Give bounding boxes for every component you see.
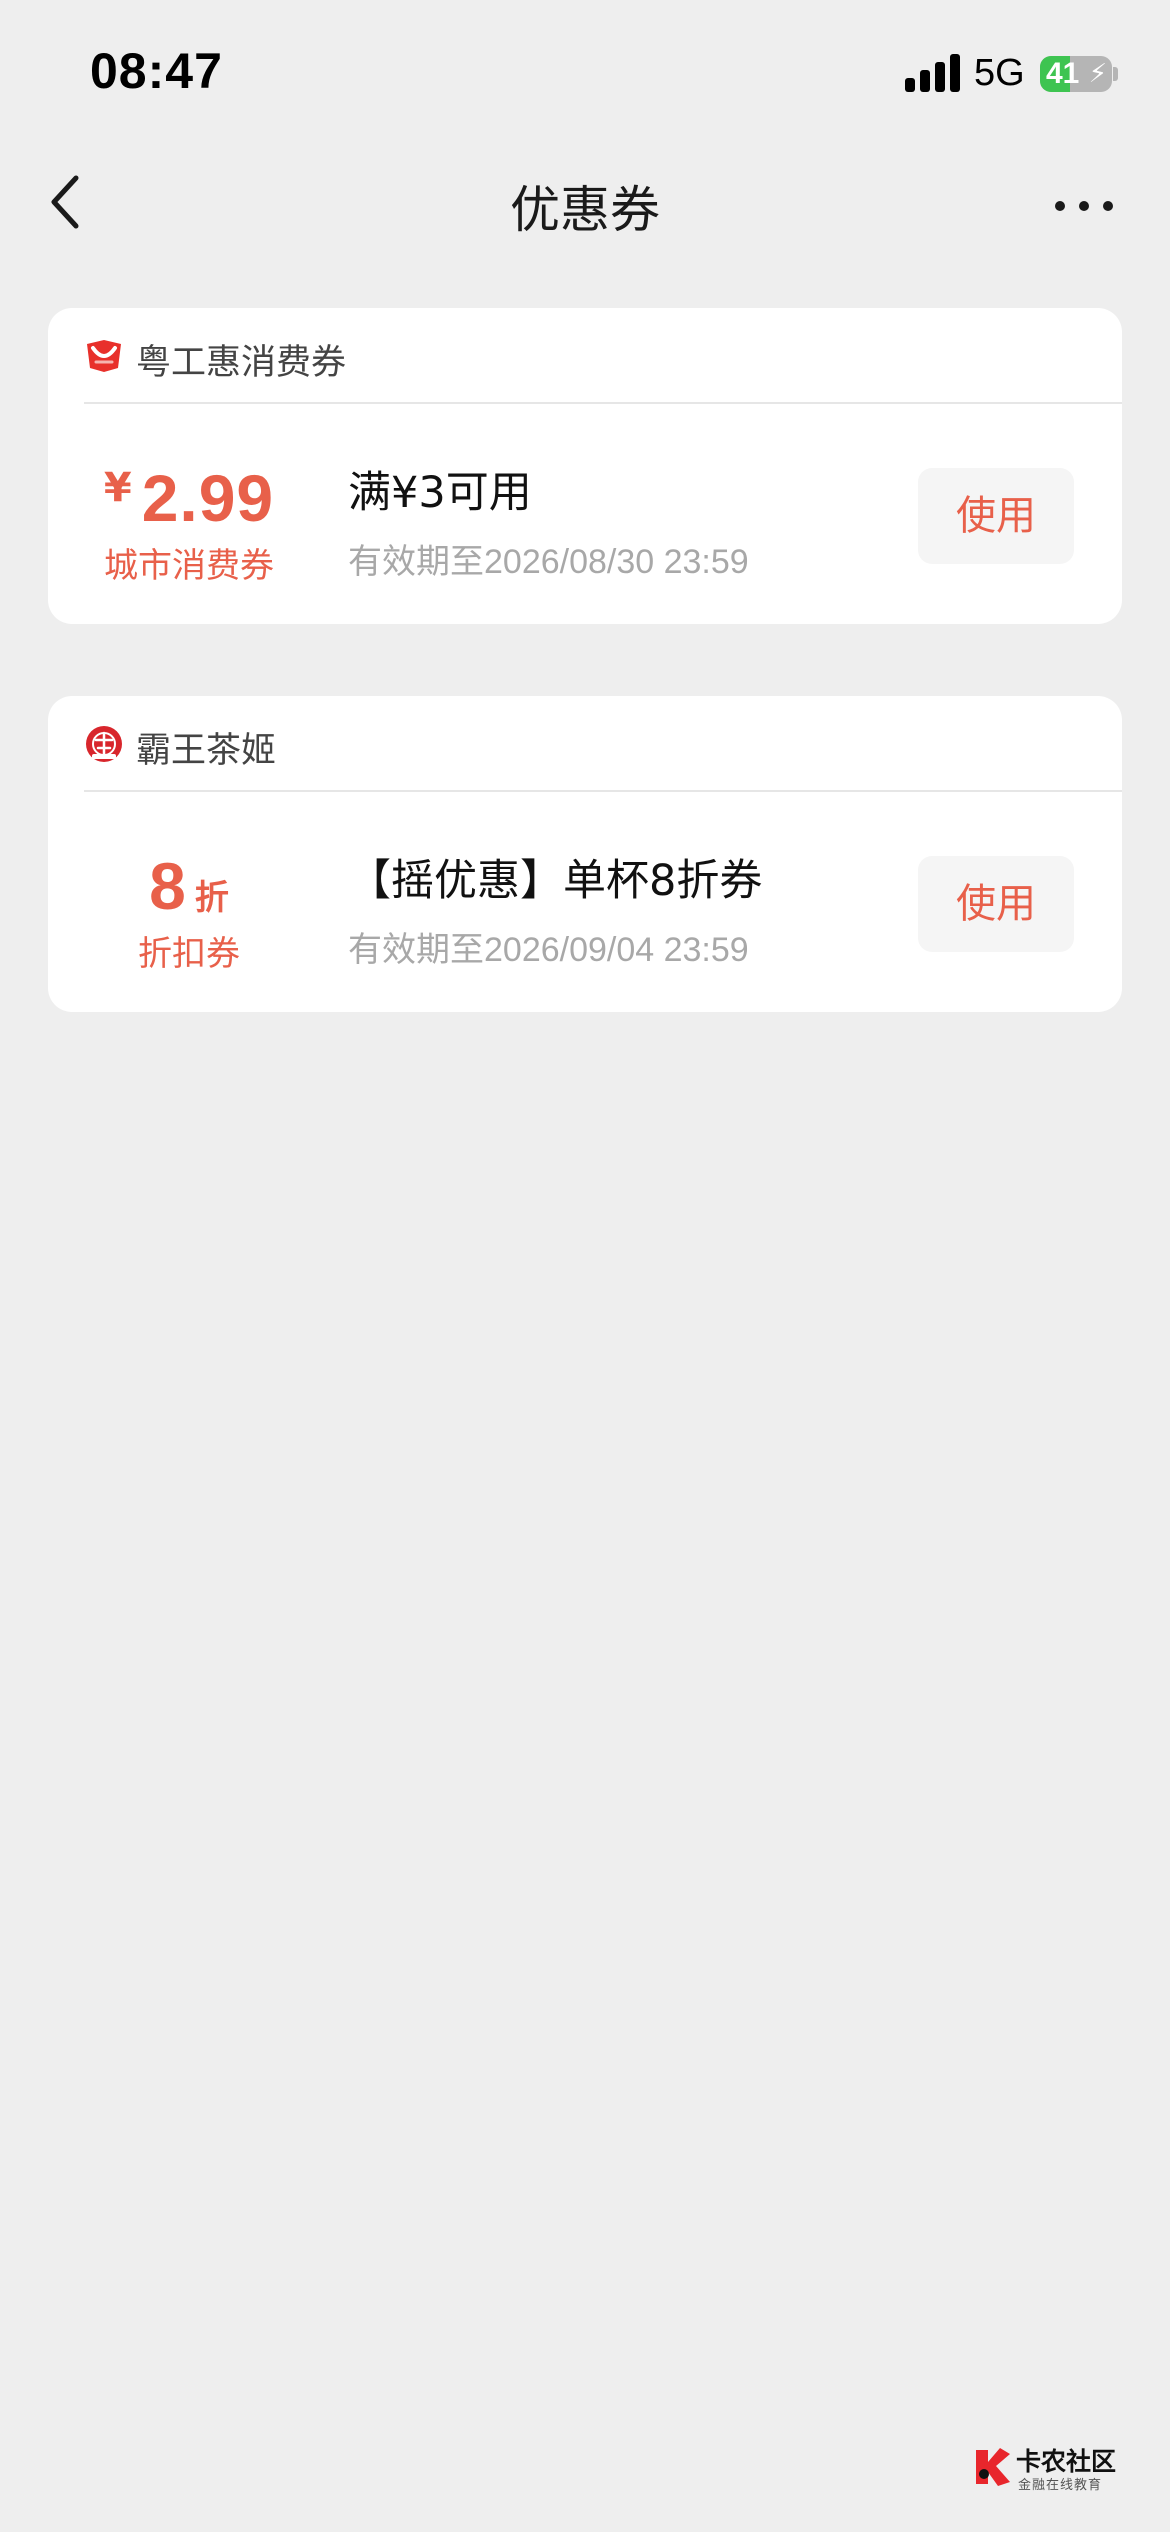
bawang-chaji-logo — [86, 726, 122, 762]
battery-tip — [1113, 67, 1118, 81]
coupon-card-header: 霸王茶姬 — [84, 696, 1122, 792]
navigation-bar: 优惠券 — [0, 150, 1170, 260]
coupon-title: 【摇优惠】单杯8折券 — [348, 856, 763, 906]
more-dots-icon — [1055, 201, 1113, 211]
watermark-title: 卡农社区 — [1016, 2447, 1117, 2476]
cellular-signal-icon — [905, 54, 961, 92]
coupon-card: 粤工惠消费券 ¥2.99 城市消费券 满¥3可用 有效期至2026/08/30 … — [48, 308, 1122, 624]
lightning-bolt-icon: ⚡ — [1088, 59, 1107, 89]
coupon-expiry: 有效期至2026/08/30 23:59 — [348, 543, 749, 581]
battery-percentage: 41 — [1046, 57, 1080, 90]
more-button[interactable] — [1050, 180, 1120, 230]
amount-value: 8 — [149, 849, 187, 923]
coupon-title: 满¥3可用 — [348, 468, 532, 518]
kanong-logo — [976, 2448, 1010, 2486]
brand-name: 粤工惠消费券 — [136, 343, 347, 383]
battery-icon: 41 ⚡ — [1040, 56, 1112, 92]
coupon-amount: ¥2.99 城市消费券 — [48, 404, 330, 624]
use-coupon-button[interactable]: 使用 — [918, 468, 1074, 564]
status-time: 08:47 — [90, 43, 223, 99]
coupon-details: 满¥3可用 有效期至2026/08/30 23:59 — [348, 404, 908, 624]
watermark: 卡农社区 金融在线教育 — [972, 2440, 1122, 2500]
watermark-subtitle: 金融在线教育 — [1018, 2478, 1103, 2493]
coupon-amount: 8折 折扣券 — [48, 792, 330, 1012]
coupon-card-header: 粤工惠消费券 — [84, 308, 1122, 404]
currency-symbol: ¥ — [103, 465, 132, 511]
coupon-type-label: 城市消费券 — [104, 546, 274, 586]
red-ribbon-logo — [87, 340, 121, 372]
status-bar: 08:47 5G 41 ⚡ — [0, 0, 1170, 150]
coupon-expiry: 有效期至2026/09/04 23:59 — [348, 931, 749, 969]
brand-name: 霸王茶姬 — [136, 731, 277, 771]
page-title: 优惠券 — [510, 181, 660, 239]
network-type: 5G — [974, 52, 1025, 94]
coupon-card: 霸王茶姬 8折 折扣券 【摇优惠】单杯8折券 有效期至2026/09/04 23… — [48, 696, 1122, 1012]
amount-unit: 折 — [194, 878, 229, 918]
use-coupon-button[interactable]: 使用 — [918, 856, 1074, 952]
coupon-type-label: 折扣券 — [138, 934, 240, 974]
amount-value: 2.99 — [141, 461, 275, 535]
coupon-details: 【摇优惠】单杯8折券 有效期至2026/09/04 23:59 — [348, 792, 908, 1012]
